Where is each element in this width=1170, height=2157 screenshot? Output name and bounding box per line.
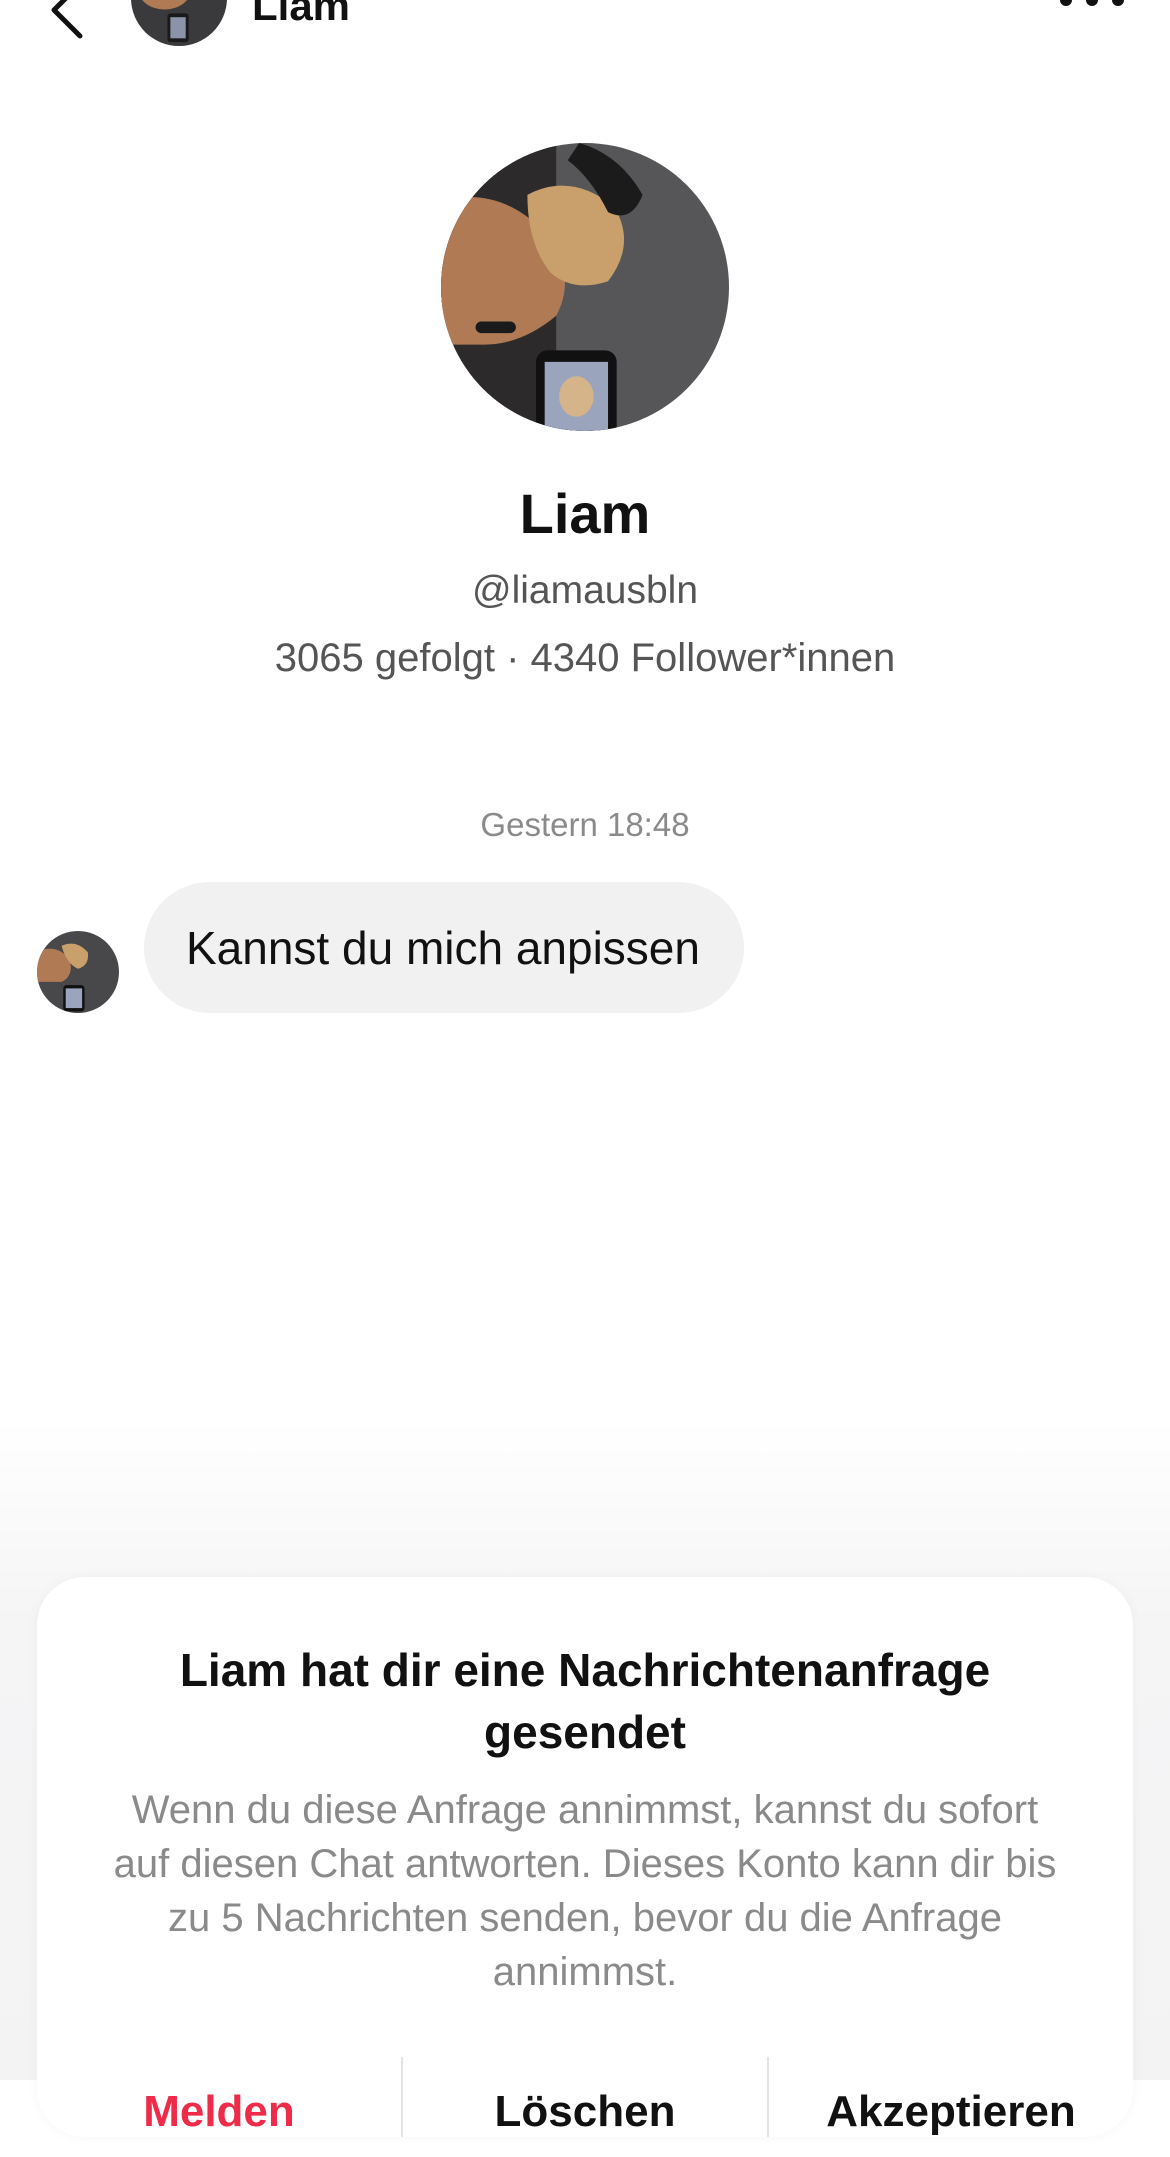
message-timestamp: Gestern 18:48 [480, 806, 690, 843]
request-description: Wenn du diese Anfrage annimmst, kannst d… [113, 1788, 1057, 1994]
more-options-button[interactable] [1052, 0, 1132, 8]
header-avatar[interactable] [131, 0, 227, 46]
request-title: Liam hat dir eine Nachrichtenanfrage ges… [179, 1644, 991, 1758]
avatar-image [131, 0, 227, 46]
chevron-left-icon [51, 0, 83, 39]
avatar-image [37, 931, 119, 1013]
accept-button[interactable]: Akzeptieren [769, 2047, 1133, 2137]
profile-handle: @liamausbln [471, 569, 699, 612]
request-actions: Melden Löschen Akzeptieren [37, 2047, 1133, 2137]
more-dots-icon [1060, 0, 1124, 6]
delete-button[interactable]: Löschen [403, 2047, 767, 2137]
top-bar: Liam [0, 0, 1170, 50]
profile-avatar[interactable] [441, 143, 729, 431]
report-button[interactable]: Melden [37, 2047, 401, 2137]
avatar-image [441, 143, 729, 431]
message-request-card: Liam hat dir eine Nachrichtenanfrage ges… [37, 1577, 1133, 2137]
back-button[interactable] [38, 0, 98, 40]
profile-stats: 3065 gefolgt · 4340 Follower*innen [274, 636, 896, 680]
profile-name: Liam [519, 482, 651, 545]
header-title[interactable]: Liam [252, 0, 350, 27]
message-bubble[interactable]: Kannst du mich anpissen [144, 882, 744, 1013]
sender-avatar[interactable] [37, 931, 119, 1013]
